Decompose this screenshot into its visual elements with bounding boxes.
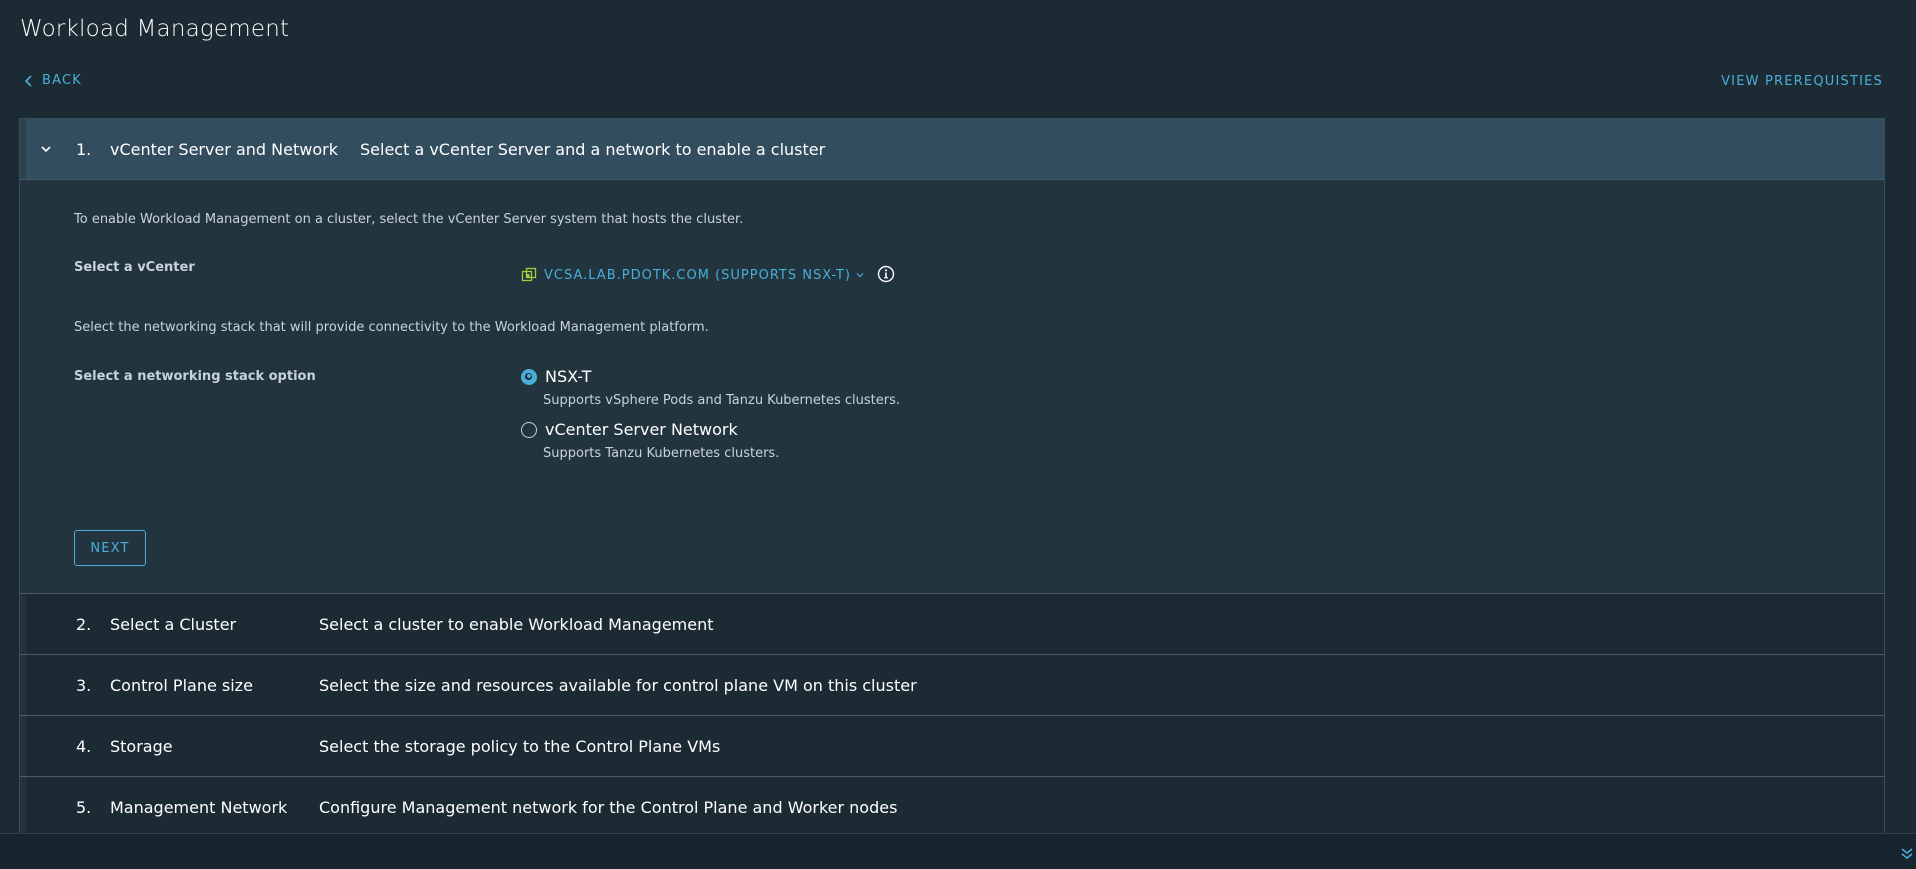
nsx-t-radio-option[interactable]: NSX-T <box>521 367 591 386</box>
step-accent <box>20 777 26 833</box>
radio-label: vCenter Server Network <box>545 420 738 439</box>
step-1-header[interactable]: 1. vCenter Server and Network Select a v… <box>20 119 1884 180</box>
step-3-header[interactable]: 3. Control Plane size Select the size an… <box>20 655 1884 716</box>
step-2-header[interactable]: 2. Select a Cluster Select a cluster to … <box>20 594 1884 655</box>
vcenter-icon <box>521 267 537 282</box>
vcenter-intro-text: To enable Workload Management on a clust… <box>74 212 744 227</box>
step-name: Storage <box>110 736 173 756</box>
step-name: Select a Cluster <box>110 614 237 634</box>
step-accent <box>20 119 26 179</box>
step-number: 2. <box>76 614 92 634</box>
radio-sublabel: Supports Tanzu Kubernetes clusters. <box>543 446 780 461</box>
radio-label: NSX-T <box>545 367 592 386</box>
step-1-body: To enable Workload Management on a clust… <box>20 180 1884 594</box>
vcenter-value: VCSA.LAB.PDOTK.COM (SUPPORTS NSX-T) <box>544 267 851 283</box>
step-accent <box>20 716 26 776</box>
step-description: Select a cluster to enable Workload Mana… <box>319 614 714 634</box>
radio-sublabel: Supports vSphere Pods and Tanzu Kubernet… <box>543 393 901 408</box>
back-button[interactable]: BACK <box>24 73 82 88</box>
vcenter-network-radio-option[interactable]: vCenter Server Network <box>521 420 738 439</box>
vcenter-select[interactable]: VCSA.LAB.PDOTK.COM (SUPPORTS NSX-T) <box>521 267 864 283</box>
view-prerequisites-link[interactable]: VIEW PREREQUISTIES <box>1721 74 1883 89</box>
step-5-header[interactable]: 5. Management Network Configure Manageme… <box>20 777 1884 833</box>
page-title: Workload Management <box>20 16 290 42</box>
step-number: 5. <box>76 797 92 817</box>
step-description: Select the storage policy to the Control… <box>319 736 721 756</box>
double-chevron-down-icon[interactable] <box>1900 846 1914 860</box>
step-4-header[interactable]: 4. Storage Select the storage policy to … <box>20 716 1884 777</box>
back-label: BACK <box>42 73 82 88</box>
step-description: Select the size and resources available … <box>319 675 917 695</box>
network-intro-text: Select the networking stack that will pr… <box>74 320 709 335</box>
wizard: 1. vCenter Server and Network Select a v… <box>19 118 1885 833</box>
step-description: Configure Management network for the Con… <box>319 797 898 817</box>
next-button[interactable]: NEXT <box>74 530 146 566</box>
step-accent <box>20 594 26 654</box>
chevron-left-icon <box>24 74 32 87</box>
step-name: vCenter Server and Network <box>110 139 338 159</box>
step-name: Management Network <box>110 797 288 817</box>
radio-button[interactable] <box>521 421 537 438</box>
step-number: 3. <box>76 675 92 695</box>
chevron-down-icon <box>856 273 864 278</box>
radio-button[interactable] <box>521 368 537 385</box>
step-description: Select a vCenter Server and a network to… <box>360 139 826 159</box>
chevron-down-icon[interactable] <box>38 141 54 157</box>
step-name: Control Plane size <box>110 675 253 695</box>
step-number: 1. <box>76 139 92 159</box>
step-number: 4. <box>76 736 92 756</box>
bottom-panel-bar <box>0 833 1916 869</box>
info-icon[interactable] <box>877 265 895 283</box>
network-stack-label: Select a networking stack option <box>74 369 316 384</box>
step-accent <box>20 655 26 715</box>
vcenter-label: Select a vCenter <box>74 260 195 275</box>
